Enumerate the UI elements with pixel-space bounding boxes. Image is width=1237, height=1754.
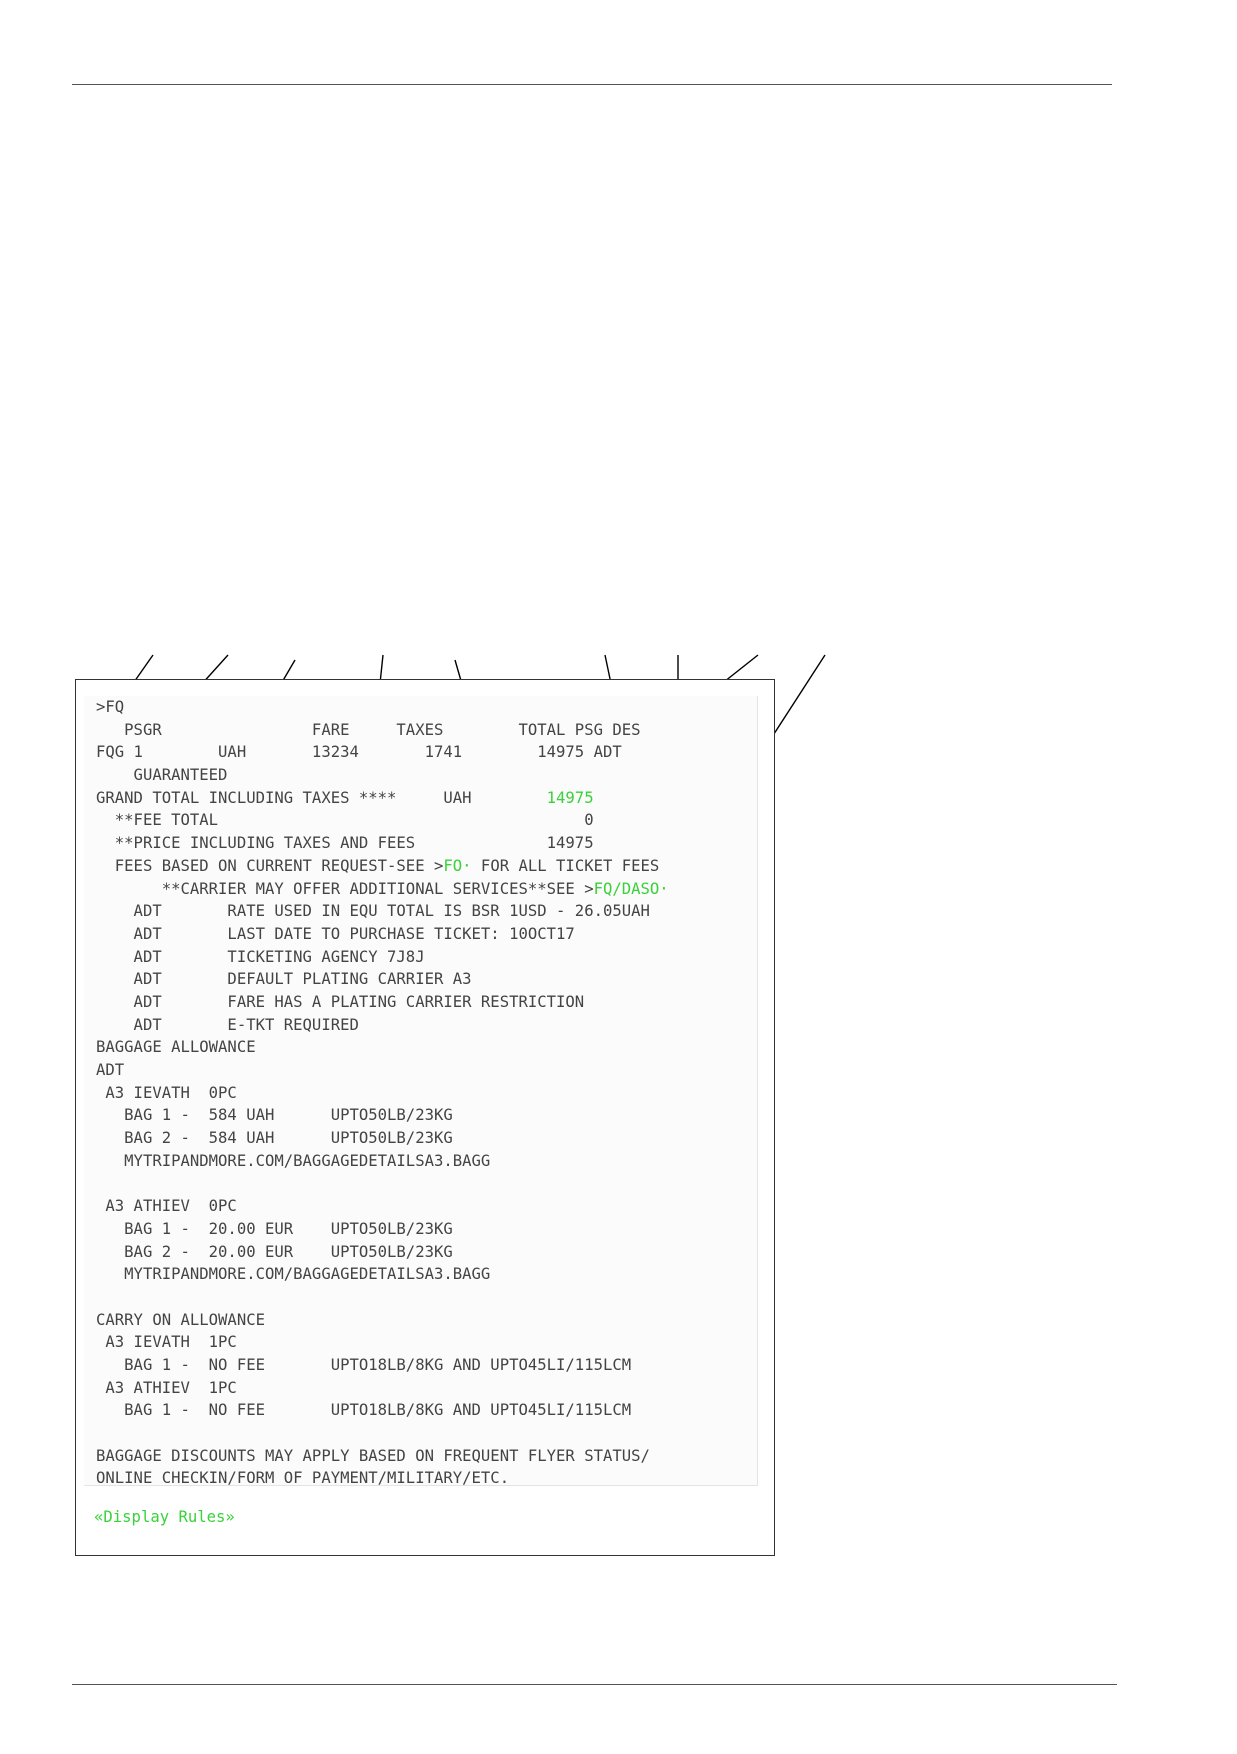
terminal-line: ADT LAST DATE TO PURCHASE TICKET: 10OCT1… <box>96 923 757 946</box>
terminal-line: BAG 2 - 20.00 EUR UPTO50LB/23KG <box>96 1241 757 1264</box>
terminal-line: GUARANTEED <box>96 764 757 787</box>
terminal-line: ADT DEFAULT PLATING CARRIER A3 <box>96 968 757 991</box>
terminal-text-segment: BAG 2 - 584 UAH UPTO50LB/23KG <box>96 1129 453 1148</box>
terminal-line: MYTRIPANDMORE.COM/BAGGAGEDETAILSA3.BAGG <box>96 1150 757 1173</box>
terminal-text-segment: A3 IEVATH 1PC <box>96 1333 237 1352</box>
terminal-link[interactable]: FQ/DASO· <box>594 880 669 898</box>
terminal-line: ADT E-TKT REQUIRED <box>96 1014 757 1037</box>
terminal-text-segment: A3 ATHIEV 0PC <box>96 1197 237 1216</box>
terminal-text-segment: FOR ALL TICKET FEES <box>471 856 660 875</box>
header-rule <box>72 84 1112 85</box>
terminal-screen: >FQ PSGR FARE TAXES TOTAL PSG DES FQG 1 U… <box>84 696 758 1486</box>
terminal-line: BAG 2 - 584 UAH UPTO50LB/23KG <box>96 1127 757 1150</box>
terminal-line: A3 IEVATH 1PC <box>96 1331 757 1354</box>
terminal-text-segment: >FQ <box>96 698 125 716</box>
terminal-text-segment: A3 ATHIEV 1PC <box>96 1378 237 1397</box>
terminal-text-segment: **CARRIER MAY OFFER ADDITIONAL SERVICES*… <box>96 879 594 898</box>
terminal-line: FQG 1 UAH 13234 1741 14975 ADT <box>96 741 757 764</box>
terminal-line: FEES BASED ON CURRENT REQUEST-SEE >FO· F… <box>96 855 757 878</box>
terminal-text-segment: FEES BASED ON CURRENT REQUEST-SEE > <box>96 856 444 875</box>
terminal-line: ADT <box>96 1059 757 1082</box>
terminal-line: >FQ <box>96 696 757 719</box>
terminal-text-segment: **FEE TOTAL 0 <box>96 811 594 830</box>
terminal-text-segment: ADT E-TKT REQUIRED <box>96 1015 359 1034</box>
terminal-text-segment: MYTRIPANDMORE.COM/BAGGAGEDETAILSA3.BAGG <box>96 1265 491 1284</box>
terminal-text-segment: ADT TICKETING AGENCY 7J8J <box>96 947 425 966</box>
terminal-window: >FQ PSGR FARE TAXES TOTAL PSG DES FQG 1 U… <box>75 679 775 1556</box>
terminal-text-segment: ADT DEFAULT PLATING CARRIER A3 <box>96 970 472 989</box>
terminal-line: BAG 1 - 584 UAH UPTO50LB/23KG <box>96 1104 757 1127</box>
terminal-text-segment: GRAND TOTAL INCLUDING TAXES **** UAH <box>96 788 547 807</box>
terminal-text-segment: **PRICE INCLUDING TAXES AND FEES 14975 <box>96 834 594 853</box>
footer-rule <box>72 1684 1117 1685</box>
terminal-line: BAG 1 - NO FEE UPTO18LB/8KG AND UPTO45LI… <box>96 1399 757 1422</box>
terminal-line: BAGGAGE DISCOUNTS MAY APPLY BASED ON FRE… <box>96 1445 757 1468</box>
terminal-text-segment: ADT FARE HAS A PLATING CARRIER RESTRICTI… <box>96 992 585 1011</box>
terminal-text-segment: ADT LAST DATE TO PURCHASE TICKET: 10OCT1… <box>96 924 575 943</box>
terminal-line: ADT FARE HAS A PLATING CARRIER RESTRICTI… <box>96 991 757 1014</box>
terminal-line: ADT TICKETING AGENCY 7J8J <box>96 946 757 969</box>
terminal-text-segment: BAGGAGE ALLOWANCE <box>96 1038 256 1057</box>
terminal-text-segment: BAGGAGE DISCOUNTS MAY APPLY BASED ON FRE… <box>96 1446 650 1465</box>
terminal-text-segment: A3 IEVATH 0PC <box>96 1083 237 1102</box>
terminal-text-segment: BAG 1 - NO FEE UPTO18LB/8KG AND UPTO45LI… <box>96 1355 632 1374</box>
terminal-link[interactable]: FO· <box>443 857 471 875</box>
terminal-line: BAG 1 - 20.00 EUR UPTO50LB/23KG <box>96 1218 757 1241</box>
terminal-text-segment: BAG 1 - NO FEE UPTO18LB/8KG AND UPTO45LI… <box>96 1401 632 1420</box>
terminal-line: **FEE TOTAL 0 <box>96 809 757 832</box>
terminal-text-segment: ADT <box>96 1061 125 1079</box>
terminal-line: A3 IEVATH 0PC <box>96 1082 757 1105</box>
terminal-text-segment: ONLINE CHECKIN/FORM OF PAYMENT/MILITARY/… <box>96 1469 510 1486</box>
terminal-line: PSGR FARE TAXES TOTAL PSG DES <box>96 719 757 742</box>
terminal-text-segment: BAG 1 - 20.00 EUR UPTO50LB/23KG <box>96 1219 453 1238</box>
terminal-line: **PRICE INCLUDING TAXES AND FEES 14975 <box>96 832 757 855</box>
terminal-line: CARRY ON ALLOWANCE <box>96 1309 757 1332</box>
terminal-line: ADT RATE USED IN EQU TOTAL IS BSR 1USD -… <box>96 900 757 923</box>
terminal-text-segment: MYTRIPANDMORE.COM/BAGGAGEDETAILSA3.BAGG <box>96 1151 491 1170</box>
terminal-output: >FQ PSGR FARE TAXES TOTAL PSG DES FQG 1 U… <box>84 696 757 1486</box>
terminal-line: MYTRIPANDMORE.COM/BAGGAGEDETAILSA3.BAGG <box>96 1263 757 1286</box>
terminal-text-segment: ADT RATE USED IN EQU TOTAL IS BSR 1USD -… <box>96 902 650 921</box>
terminal-line: GRAND TOTAL INCLUDING TAXES **** UAH 149… <box>96 787 757 810</box>
terminal-line: ONLINE CHECKIN/FORM OF PAYMENT/MILITARY/… <box>96 1467 757 1486</box>
terminal-link[interactable]: 14975 <box>547 789 594 807</box>
terminal-text-segment: CARRY ON ALLOWANCE <box>96 1310 265 1329</box>
terminal-text-segment: BAG 2 - 20.00 EUR UPTO50LB/23KG <box>96 1242 453 1261</box>
terminal-line: **CARRIER MAY OFFER ADDITIONAL SERVICES*… <box>96 878 757 901</box>
terminal-line: BAGGAGE ALLOWANCE <box>96 1036 757 1059</box>
terminal-line: A3 ATHIEV 1PC <box>96 1377 757 1400</box>
terminal-line: A3 ATHIEV 0PC <box>96 1195 757 1218</box>
display-rules-link[interactable]: «Display Rules» <box>94 1508 235 1526</box>
terminal-text-segment: FQG 1 UAH 13234 1741 14975 ADT <box>96 743 622 762</box>
terminal-line: BAG 1 - NO FEE UPTO18LB/8KG AND UPTO45LI… <box>96 1354 757 1377</box>
terminal-text-segment: BAG 1 - 584 UAH UPTO50LB/23KG <box>96 1106 453 1125</box>
terminal-text-segment: PSGR FARE TAXES TOTAL PSG DES <box>96 720 641 739</box>
terminal-text-segment: GUARANTEED <box>96 766 228 785</box>
